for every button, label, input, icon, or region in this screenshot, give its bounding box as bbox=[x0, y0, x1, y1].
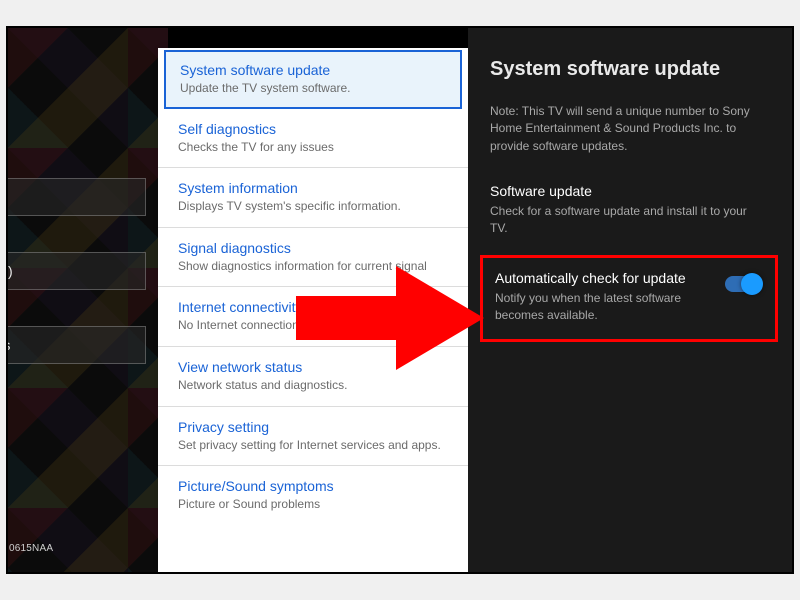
version-text: .4770.0615NAA bbox=[6, 543, 53, 554]
menu-item-title: View network status bbox=[178, 359, 450, 375]
menu-item-signal-diagnostics[interactable]: Signal diagnostics Show diagnostics info… bbox=[158, 228, 468, 288]
section-desc: Notify you when the latest software beco… bbox=[495, 290, 719, 324]
menu-item-title: Picture/Sound symptoms bbox=[178, 478, 450, 494]
sidebar-item-label: gnostics bbox=[6, 337, 10, 353]
sidebar-item[interactable]: rmation bbox=[6, 178, 146, 216]
menu-item-desc: Displays TV system's specific informatio… bbox=[178, 199, 450, 215]
menu-item-system-information[interactable]: System information Displays TV system's … bbox=[158, 168, 468, 228]
auto-check-row-highlighted[interactable]: Automatically check for update Notify yo… bbox=[480, 255, 778, 343]
menu-item-picture-sound[interactable]: Picture/Sound symptoms Picture or Sound … bbox=[158, 466, 468, 525]
settings-menu-panel: System software update Update the TV sys… bbox=[158, 48, 468, 572]
menu-item-self-diagnostics[interactable]: Self diagnostics Checks the TV for any i… bbox=[158, 109, 468, 169]
menu-item-title: System information bbox=[178, 180, 450, 196]
software-update-row[interactable]: Software update Check for a software upd… bbox=[490, 181, 766, 239]
sidebar-item[interactable]: gnostics bbox=[6, 326, 146, 364]
auto-check-toggle[interactable] bbox=[725, 276, 761, 292]
section-desc: Check for a software update and install … bbox=[490, 203, 766, 237]
menu-item-title: Privacy setting bbox=[178, 419, 450, 435]
menu-item-system-software-update[interactable]: System software update Update the TV sys… bbox=[164, 50, 462, 109]
menu-item-desc: Show diagnostics information for current… bbox=[178, 259, 450, 275]
menu-item-desc: Network status and diagnostics. bbox=[178, 378, 450, 394]
detail-panel: System software update Note: This TV wil… bbox=[468, 28, 792, 572]
menu-item-internet-connectivity[interactable]: Internet connectivity symptoms No Intern… bbox=[158, 287, 468, 347]
menu-item-title: Self diagnostics bbox=[178, 121, 450, 137]
menu-item-privacy-setting[interactable]: Privacy setting Set privacy setting for … bbox=[158, 407, 468, 467]
menu-item-desc: Set privacy setting for Internet service… bbox=[178, 438, 450, 454]
page-title: System software update bbox=[490, 58, 766, 81]
sidebar-item-label: p Guide) bbox=[6, 263, 13, 279]
tv-settings-frame: rmation p Guide) gnostics .4770.0615NAA … bbox=[6, 26, 794, 574]
section-title: Automatically check for update bbox=[495, 270, 719, 286]
toggle-knob bbox=[741, 273, 763, 295]
menu-item-title: Signal diagnostics bbox=[178, 240, 450, 256]
menu-item-title: Internet connectivity symptoms bbox=[178, 299, 450, 315]
sidebar-item[interactable]: p Guide) bbox=[6, 252, 146, 290]
note-text: Note: This TV will send a unique number … bbox=[490, 103, 766, 155]
settings-menu-list: System software update Update the TV sys… bbox=[158, 50, 468, 525]
left-sidebar-partial: rmation p Guide) gnostics .4770.0615NAA bbox=[8, 28, 168, 572]
menu-item-desc: Checks the TV for any issues bbox=[178, 140, 450, 156]
menu-item-view-network-status[interactable]: View network status Network status and d… bbox=[158, 347, 468, 407]
section-title: Software update bbox=[490, 183, 766, 199]
menu-item-desc: Picture or Sound problems bbox=[178, 497, 450, 513]
menu-item-desc: No Internet connection bbox=[178, 318, 450, 334]
menu-item-desc: Update the TV system software. bbox=[180, 81, 446, 97]
menu-item-title: System software update bbox=[180, 62, 446, 78]
